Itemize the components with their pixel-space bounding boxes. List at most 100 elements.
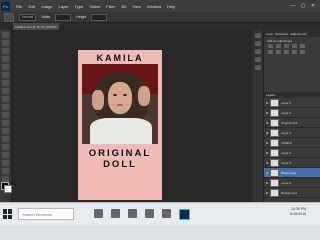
menu-image[interactable]: Image [38, 4, 55, 9]
layer-row-selected[interactable]: Photo copy [264, 168, 320, 178]
visibility-icon[interactable] [266, 171, 268, 174]
height-label: Height [76, 15, 87, 19]
maximize-icon[interactable]: ▢ [300, 3, 306, 9]
character-icon[interactable] [255, 49, 261, 54]
windows-start-icon[interactable] [3, 209, 13, 219]
layer-row[interactable]: Original Doll [264, 118, 320, 128]
visibility-icon[interactable] [266, 111, 268, 114]
brush-settings-icon[interactable] [255, 65, 261, 70]
visibility-icon[interactable] [266, 191, 268, 194]
visibility-icon[interactable] [266, 131, 268, 134]
visibility-icon[interactable] [266, 181, 268, 184]
levels-icon[interactable] [276, 44, 281, 48]
eraser-tool-icon[interactable] [2, 112, 9, 118]
visibility-icon[interactable] [266, 151, 268, 154]
properties-icon[interactable] [255, 41, 261, 46]
lasso-tool-icon[interactable] [2, 48, 9, 54]
style-select[interactable]: Normal [19, 13, 37, 21]
shape-tool-icon[interactable] [2, 168, 9, 174]
canvas-area[interactable]: KAMILA ORIGINAL DOLL [12, 30, 252, 202]
taskbar-search-input[interactable]: Search Windows [18, 208, 74, 220]
marquee-tool-icon[interactable] [2, 40, 9, 46]
color-balance-icon[interactable] [276, 50, 281, 54]
healing-tool-icon[interactable] [2, 80, 9, 86]
menu-layer[interactable]: Layer [55, 4, 71, 9]
system-tray-clock[interactable]: 10:39 PM 6/16/2016 [290, 207, 306, 217]
move-tool-icon[interactable] [2, 32, 9, 38]
menu-window[interactable]: Window [144, 4, 164, 9]
panel-main: Color Swatches Adjustments Add an adjust… [264, 30, 320, 202]
exposure-icon[interactable] [292, 44, 297, 48]
width-label: Width [41, 15, 51, 19]
crop-tool-icon[interactable] [2, 64, 9, 70]
layer-thumbnail [270, 138, 279, 147]
quick-select-tool-icon[interactable] [2, 56, 9, 62]
tab-adjustments[interactable]: Adjustments [290, 32, 307, 36]
height-field[interactable] [91, 13, 108, 21]
close-icon[interactable]: ✕ [310, 3, 316, 9]
type-tool-icon[interactable] [2, 152, 9, 158]
gradient-tool-icon[interactable] [2, 120, 9, 126]
store-icon[interactable] [145, 209, 154, 218]
history-brush-tool-icon[interactable] [2, 104, 9, 110]
minimize-icon[interactable]: — [290, 3, 296, 9]
layer-row[interactable]: Layer 5 [264, 158, 320, 168]
blur-tool-icon[interactable] [2, 128, 9, 134]
brush-tool-icon[interactable] [2, 88, 9, 94]
task-view-icon[interactable] [94, 209, 103, 218]
vibrance-icon[interactable] [300, 44, 305, 48]
black-white-icon[interactable] [284, 50, 289, 54]
layer-row[interactable]: Layer 4 [264, 148, 320, 158]
menu-type[interactable]: Type [72, 4, 87, 9]
layer-row[interactable]: Layer 1 [264, 98, 320, 108]
paragraph-icon[interactable] [255, 57, 261, 62]
marquee-tool-icon[interactable] [4, 12, 14, 22]
menu-3d[interactable]: 3D [118, 4, 129, 9]
tools-panel [0, 30, 12, 202]
menu-filter[interactable]: Filter [103, 4, 118, 9]
visibility-icon[interactable] [266, 141, 268, 144]
right-panels: Color Swatches Adjustments Add an adjust… [253, 30, 320, 202]
file-explorer-icon[interactable] [128, 209, 137, 218]
edge-browser-icon[interactable] [111, 209, 120, 218]
layer-row[interactable]: Layer 3 [264, 128, 320, 138]
hue-saturation-icon[interactable] [268, 50, 273, 54]
adjustment-buttons [264, 44, 320, 54]
background-color-swatch[interactable] [4, 185, 12, 193]
pen-tool-icon[interactable] [2, 144, 9, 150]
stamp-tool-icon[interactable] [2, 96, 9, 102]
visibility-icon[interactable] [266, 101, 268, 104]
document-tab[interactable]: KAMILA.psd @ 16.7% (RGB/8) [13, 23, 59, 30]
visibility-icon[interactable] [266, 161, 268, 164]
menu-help[interactable]: Help [164, 4, 178, 9]
brightness-icon[interactable] [268, 44, 273, 48]
curves-icon[interactable] [284, 44, 289, 48]
photoshop-taskbar-icon[interactable] [179, 209, 190, 220]
layer-row[interactable]: Layer 6 [264, 178, 320, 188]
panel-dock-icons [253, 30, 264, 202]
layer-row[interactable]: KAMILA [264, 138, 320, 148]
layer-name: Photo copy [281, 170, 297, 175]
path-select-tool-icon[interactable] [2, 160, 9, 166]
width-field[interactable] [55, 13, 72, 21]
menu-select[interactable]: Select [86, 4, 103, 9]
visibility-icon[interactable] [266, 121, 268, 124]
layer-name: Layer 3 [281, 130, 292, 135]
channel-mixer-icon[interactable] [300, 50, 305, 54]
layer-row[interactable]: Layer 2 [264, 108, 320, 118]
history-icon[interactable] [255, 33, 261, 38]
tab-color[interactable]: Color [266, 32, 273, 36]
menu-view[interactable]: View [129, 4, 144, 9]
dodge-tool-icon[interactable] [2, 136, 9, 142]
poster-artboard[interactable]: KAMILA ORIGINAL DOLL [78, 50, 162, 200]
layer-thumbnail [270, 118, 279, 127]
chrome-icon[interactable] [162, 209, 171, 218]
layer-name: Layer 4 [281, 150, 292, 155]
layer-name: Background [281, 190, 298, 195]
tab-swatches[interactable]: Swatches [275, 32, 288, 36]
layer-row[interactable]: Background [264, 188, 320, 198]
menu-file[interactable]: File [13, 4, 25, 9]
photo-filter-icon[interactable] [292, 50, 297, 54]
menu-edit[interactable]: Edit [25, 4, 38, 9]
eyedropper-tool-icon[interactable] [2, 72, 9, 78]
